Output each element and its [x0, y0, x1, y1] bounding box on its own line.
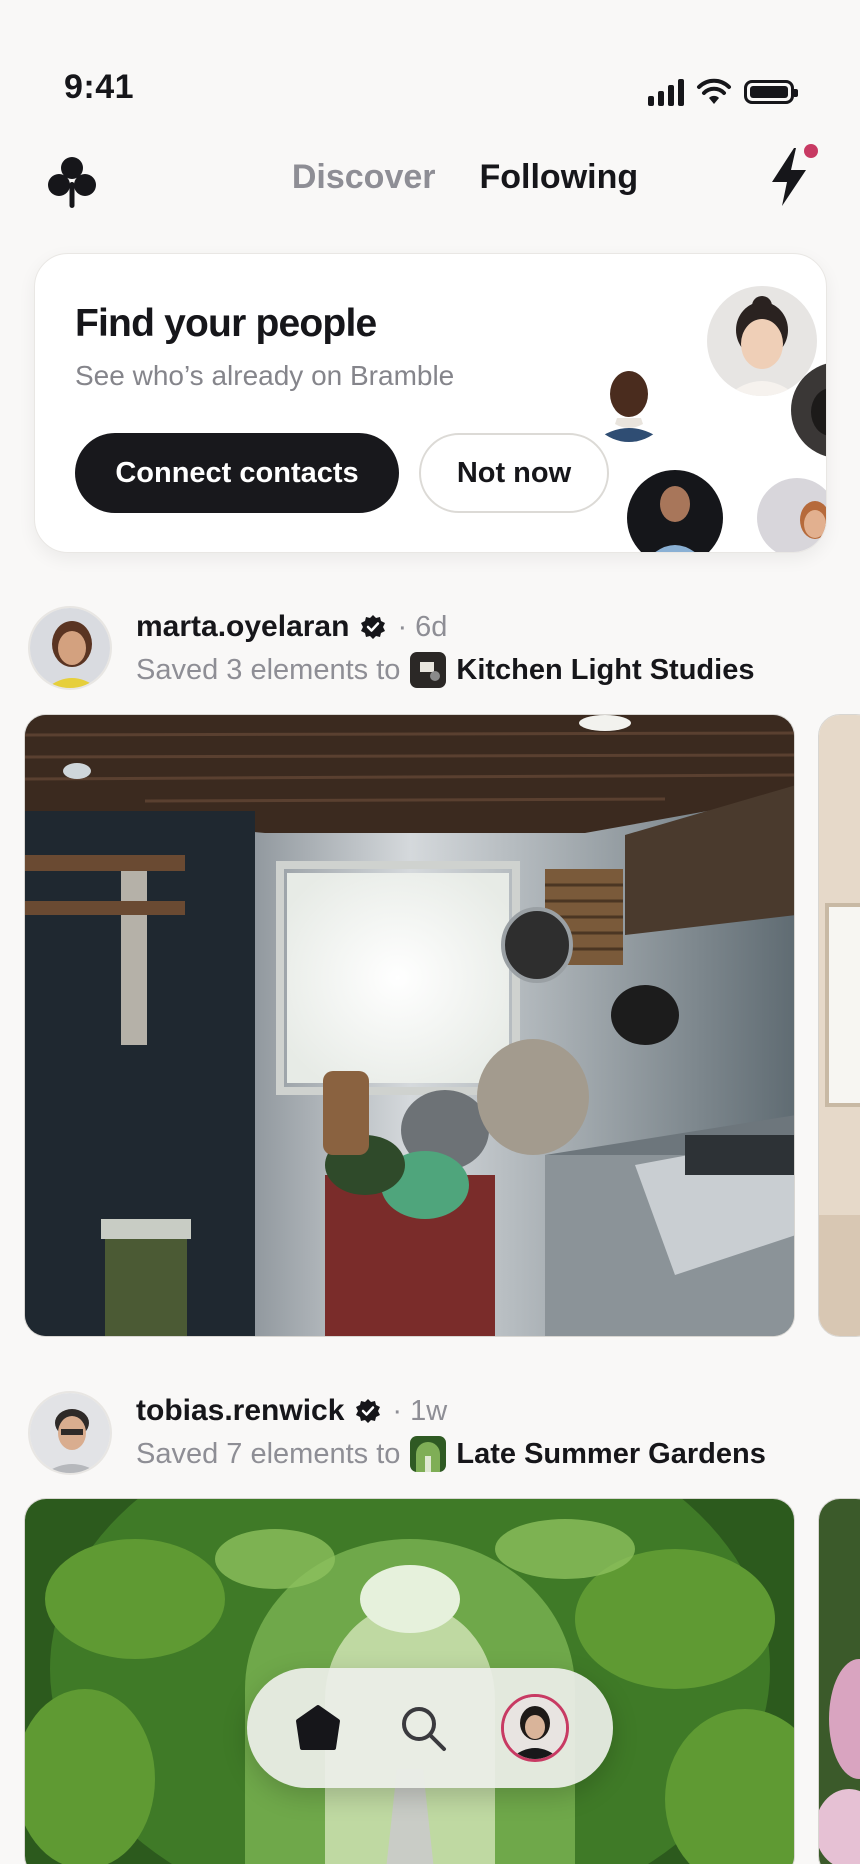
- board-name[interactable]: Late Summer Gardens: [456, 1438, 765, 1471]
- tab-discover[interactable]: Discover: [292, 158, 436, 197]
- find-people-title: Find your people: [75, 302, 377, 345]
- post-author: tobias.renwick · 1w: [136, 1394, 447, 1428]
- status-icons: [648, 78, 798, 106]
- post-image[interactable]: [24, 714, 795, 1337]
- post-action-text: Saved 3 elements to: [136, 653, 401, 686]
- find-people-card: Find your people See who’s already on Br…: [34, 253, 827, 553]
- activity-button[interactable]: [760, 140, 820, 212]
- home-icon[interactable]: [295, 1704, 341, 1752]
- top-header: Discover Following: [0, 140, 860, 220]
- board-thumbnail: [410, 1436, 447, 1472]
- wifi-icon: [697, 78, 731, 104]
- post-action-text: Saved 7 elements to: [136, 1437, 401, 1470]
- post-image-peek[interactable]: [818, 1498, 860, 1864]
- post-activity: Saved 3 elements to Kitchen Light Studie…: [136, 652, 754, 688]
- status-time: 9:41: [64, 68, 135, 106]
- profile-avatar[interactable]: [501, 1694, 569, 1762]
- suggested-avatar: [757, 478, 826, 552]
- tab-following[interactable]: Following: [480, 158, 639, 197]
- status-bar: 9:41: [0, 0, 860, 130]
- post-activity: Saved 7 elements to Late Summer Gardens: [136, 1436, 766, 1472]
- not-now-button[interactable]: Not now: [419, 433, 609, 513]
- post-age: · 1w: [392, 1394, 448, 1427]
- post-age: · 6d: [397, 610, 448, 643]
- search-icon[interactable]: [397, 1702, 449, 1754]
- post-username[interactable]: tobias.renwick: [136, 1394, 344, 1428]
- board-name[interactable]: Kitchen Light Studies: [456, 654, 754, 687]
- post-username[interactable]: marta.oyelaran: [136, 610, 349, 644]
- feed-tabs: Discover Following: [0, 158, 860, 197]
- post-author: marta.oyelaran · 6d: [136, 610, 447, 644]
- bottom-nav: [247, 1668, 613, 1788]
- board-thumbnail: [410, 652, 447, 688]
- notification-dot: [804, 144, 818, 158]
- signal-icon: [648, 78, 684, 106]
- connect-contacts-button[interactable]: Connect contacts: [75, 433, 399, 513]
- battery-icon: [744, 80, 798, 104]
- suggested-avatar: [627, 470, 723, 552]
- verified-badge-icon: [361, 615, 386, 639]
- post-author-avatar[interactable]: [28, 1391, 112, 1475]
- post-image-peek[interactable]: [818, 714, 860, 1337]
- find-people-subtitle: See who’s already on Bramble: [75, 360, 455, 391]
- suggested-avatar: [587, 358, 671, 442]
- verified-badge-icon: [356, 1399, 381, 1423]
- post-author-avatar[interactable]: [28, 606, 112, 690]
